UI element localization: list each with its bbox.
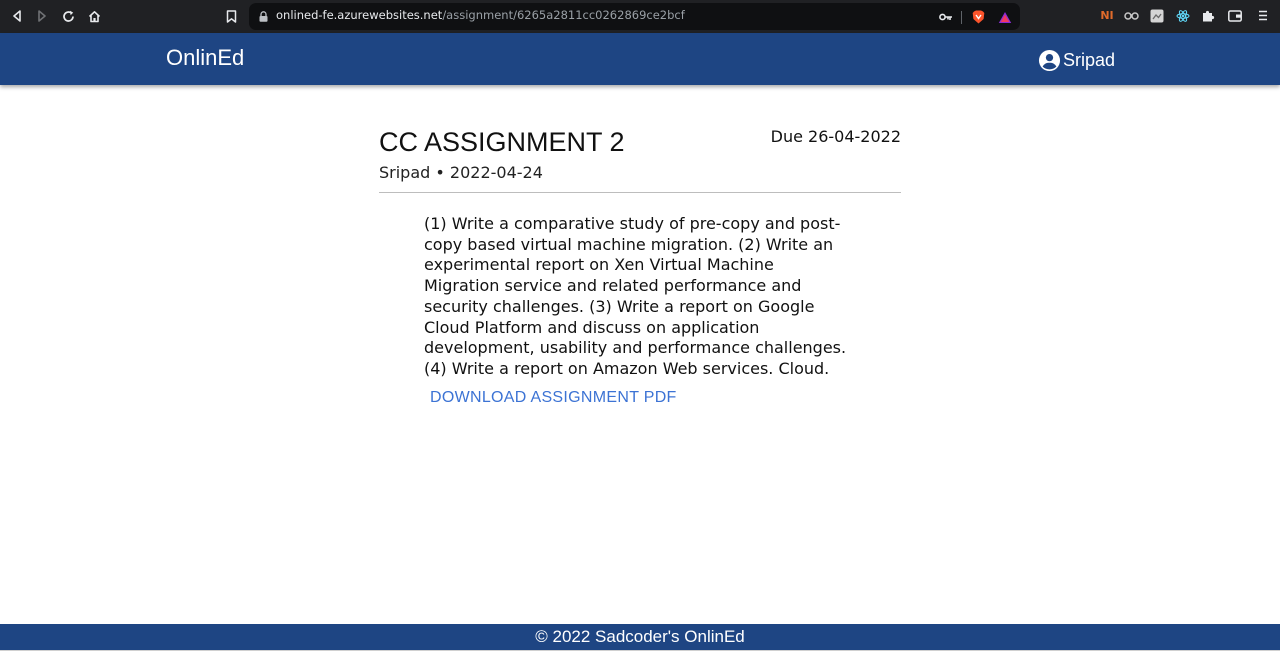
url-text: onlined-fe.azurewebsites.net/assignment/… [276, 8, 685, 22]
wallet-icon[interactable] [1228, 8, 1242, 23]
url-separator [961, 11, 962, 24]
assignment-title: CC ASSIGNMENT 2 [379, 127, 625, 157]
home-icon[interactable] [84, 6, 104, 26]
page-bottom-border [0, 650, 1280, 655]
react-devtools-icon[interactable] [1176, 8, 1190, 23]
footer: © 2022 Sadcoder's OnlinEd [0, 624, 1280, 650]
lock-icon [259, 11, 268, 22]
glasses-extension-icon[interactable] [1123, 8, 1139, 23]
brave-rewards-icon[interactable] [998, 10, 1012, 24]
app-header: OnlinEd Sripad [0, 33, 1280, 85]
ni-extension-icon[interactable]: NI [1099, 8, 1115, 23]
brave-shield-icon[interactable] [971, 10, 985, 24]
user-name: Sripad [1063, 49, 1116, 70]
footer-copyright: © 2022 Sadcoder's OnlinEd [535, 627, 745, 646]
download-assignment-pdf-link[interactable]: DOWNLOAD ASSIGNMENT PDF [430, 389, 677, 407]
bookmark-icon[interactable] [221, 6, 241, 26]
browser-toolbar: onlined-fe.azurewebsites.net/assignment/… [0, 0, 1280, 33]
ni-extension-label: NI [1100, 9, 1114, 22]
brand-logo-text[interactable]: OnlinEd [166, 45, 244, 71]
key-icon[interactable] [939, 10, 953, 24]
reload-icon[interactable] [58, 6, 78, 26]
account-circle-icon [1038, 49, 1061, 71]
user-menu[interactable]: Sripad [1038, 47, 1115, 73]
url-host: onlined-fe.azurewebsites.net [276, 8, 443, 22]
address-bar[interactable]: onlined-fe.azurewebsites.net/assignment/… [249, 3, 1020, 30]
divider [379, 192, 901, 193]
puzzle-extensions-icon[interactable] [1201, 8, 1215, 23]
forward-icon[interactable] [32, 6, 52, 26]
square-extension-icon[interactable] [1150, 8, 1164, 23]
url-path: /assignment/6265a2811cc0262869ce2bcf [442, 8, 685, 22]
menu-icon[interactable] [1256, 8, 1270, 23]
back-icon[interactable] [7, 6, 27, 26]
assignment-meta: Sripad • 2022-04-24 [379, 163, 543, 182]
assignment-description: (1) Write a comparative study of pre-cop… [424, 214, 847, 378]
due-date: Due 26-04-2022 [770, 127, 901, 146]
